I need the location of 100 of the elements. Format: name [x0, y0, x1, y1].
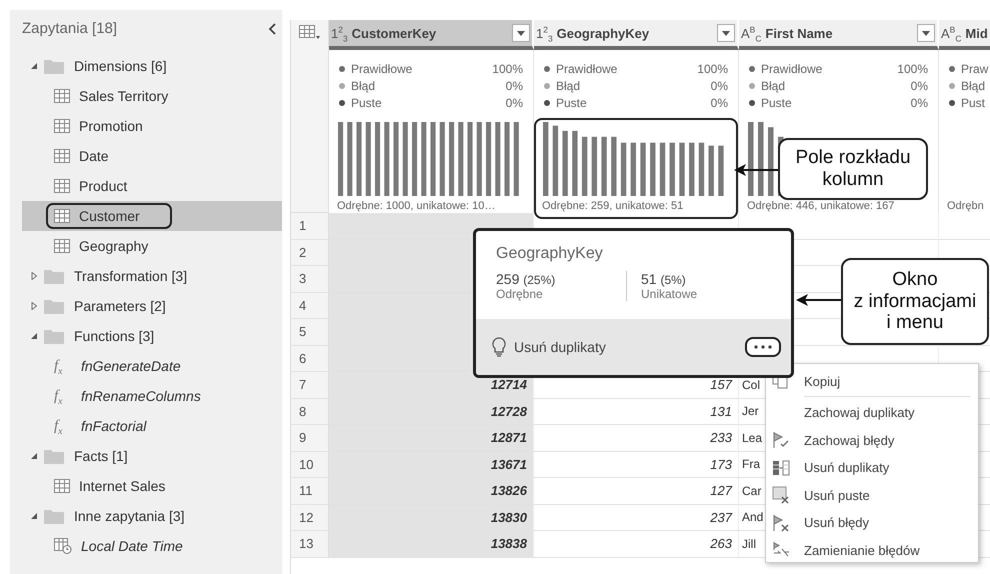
callout-label: Okno z informacjami i menu	[841, 258, 989, 345]
folder-icon	[44, 508, 64, 524]
query-item[interactable]: Product	[22, 171, 282, 201]
row-number: 9	[291, 425, 329, 452]
lightbulb-icon	[492, 337, 506, 357]
folder-label[interactable]: Functions [3]	[74, 328, 154, 344]
column-name: First Name	[765, 26, 834, 40]
histogram-bar	[650, 142, 656, 196]
expanded-arrow-icon[interactable]	[30, 452, 38, 460]
panel-title: Zapytania [18]	[22, 20, 118, 37]
query-label: fnRenameColumns	[81, 388, 201, 404]
histogram-bar	[630, 142, 636, 196]
stat-label: Prawidłowe	[351, 62, 414, 76]
filter-button[interactable]	[917, 24, 935, 42]
folder-label[interactable]: Parameters [2]	[74, 298, 166, 314]
query-item[interactable]: f$_{x}$ fnFactorial	[22, 411, 282, 441]
column-header[interactable]: A$^{B}$$_{C}$ Mid	[939, 20, 990, 50]
query-item[interactable]: Sales Territory	[22, 81, 282, 111]
table-cell: 237	[534, 504, 739, 531]
stat-value: 0%	[506, 96, 523, 110]
histogram-bar	[679, 142, 685, 196]
histogram-bar	[670, 142, 675, 196]
folder-label[interactable]: Facts [1]	[74, 448, 128, 464]
table-cell: 233	[534, 425, 739, 452]
table-menu-icon[interactable]	[299, 25, 321, 41]
query-label: Geography	[79, 238, 148, 254]
expanded-arrow-icon[interactable]	[30, 62, 38, 70]
folder-icon	[44, 448, 64, 464]
table-icon	[54, 209, 70, 223]
more-icon	[754, 345, 772, 349]
more-button[interactable]	[745, 337, 781, 357]
collapsed-arrow-icon[interactable]	[30, 272, 38, 280]
column-header[interactable]: 1$^{2}$$_{3}$ GeographyKey	[534, 20, 739, 50]
histogram-bar	[572, 130, 578, 196]
function-icon: f$_{x}$	[54, 388, 72, 404]
histogram-bar	[768, 127, 774, 196]
query-item[interactable]: Geography	[22, 231, 282, 261]
folder-label[interactable]: Transformation [3]	[74, 268, 188, 284]
table-icon	[54, 119, 70, 133]
query-item[interactable]: Date	[22, 141, 282, 171]
histogram-bar	[689, 142, 694, 196]
query-item[interactable]: Local Date Time	[22, 531, 282, 561]
table-cell: 127	[534, 478, 739, 504]
column-summary: Odrębne: 446, unikatowe: 167	[747, 200, 896, 214]
folder-icon	[44, 58, 64, 74]
expanded-arrow-icon[interactable]	[30, 332, 38, 340]
collapse-icon[interactable]	[268, 22, 276, 34]
remove-duplicates-icon	[772, 458, 790, 477]
query-label: Local Date Time	[81, 538, 183, 554]
leader-arrow	[734, 162, 778, 178]
query-label: Product	[79, 178, 128, 194]
table-cell: 13830	[329, 504, 534, 531]
stat-value: 0%	[910, 96, 928, 110]
query-label: Customer	[79, 208, 140, 224]
collapsed-arrow-icon[interactable]	[30, 302, 38, 310]
histogram-bar	[708, 146, 714, 196]
row-number: 3	[291, 266, 329, 292]
row-number: 6	[291, 346, 329, 372]
query-item[interactable]: Customer	[22, 201, 282, 231]
histogram-bar	[601, 136, 607, 196]
function-icon: f$_{x}$	[54, 358, 72, 374]
stat-value: 100%	[492, 62, 523, 76]
row-number: 1	[291, 213, 329, 240]
stat-label: Błąd	[351, 78, 376, 92]
stat-count: 259 (25%)	[496, 271, 556, 287]
table-icon	[54, 89, 70, 103]
histogram-bar	[611, 136, 617, 196]
column-header[interactable]: A$^{B}$$_{C}$ First Name	[739, 20, 939, 50]
table-cell: 13826	[329, 478, 534, 504]
stat-label: Pust	[961, 96, 986, 110]
filter-button[interactable]	[717, 24, 735, 42]
caret-icon	[922, 30, 930, 36]
expanded-arrow-icon[interactable]	[30, 512, 38, 520]
row-number: 11	[291, 478, 329, 504]
row-number: 12	[291, 504, 329, 531]
column-header[interactable]: 1$^{2}$$_{3}$ CustomerKey	[329, 20, 534, 50]
stat-value: 0%	[910, 78, 928, 92]
callout-label: Pole rozkładu kolumn	[778, 138, 928, 200]
stat-label: Puste	[761, 96, 793, 110]
table-cell: 12714	[329, 372, 534, 398]
histogram-bar	[660, 142, 666, 196]
query-item[interactable]: f$_{x}$ fnGenerateDate	[22, 351, 282, 381]
query-item[interactable]: Internet Sales	[22, 471, 282, 501]
column-name: GeographyKey	[556, 26, 650, 40]
query-label: Date	[79, 148, 109, 164]
filter-button[interactable]	[512, 24, 530, 42]
column-summary: Odrębne: 259, unikatowe: 51	[542, 200, 684, 214]
leader-arrow	[796, 292, 841, 308]
row-number: 5	[291, 319, 329, 346]
stat-label: Odrębne	[496, 287, 544, 301]
histogram-bar	[592, 136, 598, 196]
folder-label[interactable]: Dimensions [6]	[74, 58, 167, 74]
query-item[interactable]: Promotion	[22, 111, 282, 141]
table-clock-icon	[54, 538, 72, 554]
row-number: 4	[291, 292, 329, 319]
query-item[interactable]: f$_{x}$ fnRenameColumns	[22, 381, 282, 411]
histogram-bar	[640, 142, 646, 196]
folder-label[interactable]: Inne zapytania [3]	[74, 508, 185, 524]
histogram-bar	[552, 126, 558, 196]
histogram-bar	[698, 142, 704, 196]
